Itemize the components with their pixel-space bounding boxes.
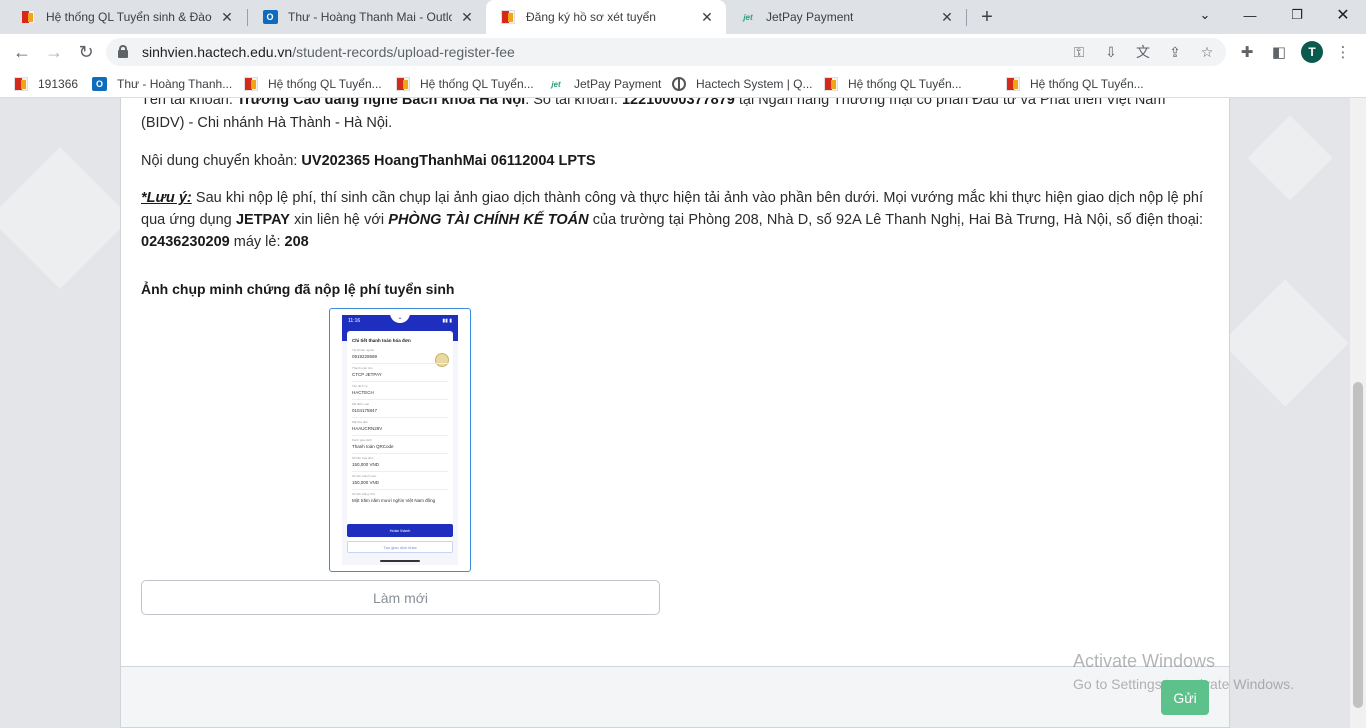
upload-section-label: Ảnh chụp minh chứng đã nộp lệ phí tuyển … (141, 281, 455, 297)
new-tab-button[interactable]: + (976, 6, 998, 28)
install-app-icon[interactable]: ⇩ (1102, 43, 1120, 61)
globe-icon (672, 77, 686, 91)
bookmark-item[interactable]: Hệ thống QL Tuyển... (244, 76, 382, 92)
menu-icon[interactable]: ⋮ (1333, 42, 1353, 62)
receipt-row: Mã hóa đơn HAAUCRN28V (352, 420, 448, 436)
tab-jetpay[interactable]: jet JetPay Payment ✕ (726, 0, 966, 34)
browser-toolbar: ← → ↻ sinhvien.hactech.edu.vn/student-re… (0, 34, 1366, 70)
background-decoration (1221, 279, 1349, 407)
tab-outlook[interactable]: O Thư - Hoàng Thanh Mai - Outlook ✕ (248, 0, 486, 34)
url-text: sinhvien.hactech.edu.vn/student-records/… (142, 44, 515, 60)
bank-branch-text: (BIDV) - Chi nhánh Hà Thành - Hà Nội. (141, 115, 393, 131)
receipt-row: Mã điểm sau 0104175847 (352, 402, 448, 418)
tab-register-profile[interactable]: Đăng ký hồ sơ xét tuyển ✕ (486, 0, 726, 34)
translate-icon[interactable]: 文 (1134, 43, 1152, 61)
restore-icon[interactable]: ❐ (1284, 4, 1310, 26)
tab-hactech-admission[interactable]: Hệ thống QL Tuyển sinh & Đào tạo ✕ (6, 0, 246, 34)
bookmark-star-icon[interactable]: ☆ (1198, 43, 1216, 61)
scrollbar-thumb[interactable] (1353, 382, 1363, 708)
home-indicator (380, 560, 420, 562)
bookmark-item[interactable]: Hệ thống QL Tuyển... (1006, 76, 1144, 92)
minimize-icon[interactable]: — (1237, 4, 1263, 26)
hactech-favicon-icon (20, 9, 36, 25)
chevron-down-icon[interactable]: ⌄ (1192, 4, 1218, 26)
receipt-row: Số tiền thanh toán 150,000 VND (352, 474, 448, 490)
avatar[interactable]: T (1301, 41, 1323, 63)
submit-button[interactable]: Gửi (1161, 680, 1209, 715)
back-icon[interactable]: ← (10, 41, 34, 63)
tab-title: Hệ thống QL Tuyển sinh & Đào tạo (46, 10, 212, 24)
side-panel-icon[interactable]: ◧ (1269, 42, 1289, 62)
receipt-row: Tài khoản nguồn 0919229599 (352, 348, 448, 364)
key-icon[interactable]: ⚿ (1070, 43, 1088, 61)
jetpay-favicon-icon: jet (551, 79, 561, 89)
reset-button[interactable]: Làm mới (141, 580, 660, 615)
page-scrollbar[interactable] (1350, 98, 1366, 728)
forward-icon[interactable]: → (42, 41, 66, 63)
tab-title: JetPay Payment (766, 10, 854, 24)
transfer-content-text: Nội dung chuyển khoản: UV202365 HoangTha… (141, 153, 596, 169)
receipt-done-button: Hoàn thành (347, 524, 453, 537)
receipt-sheet: Chi tiết thanh toán hóa đơn Tài khoản ng… (347, 331, 453, 541)
receipt-row: Tên dịch vụ HACTECH (352, 384, 448, 400)
bookmark-item[interactable]: Hệ thống QL Tuyển... (824, 76, 962, 92)
hactech-favicon-icon (396, 77, 410, 91)
jetpay-favicon-icon: jet (743, 12, 753, 22)
payment-note-text: *Lưu ý: Sau khi nộp lệ phí, thí sinh cần… (141, 190, 1204, 250)
receipt-row: Thanh toán cho CTCP JETPAY (352, 366, 448, 382)
receipt-row: Số tiền hóa đơn 150,000 VND (352, 456, 448, 472)
bookmarks-bar: 191366 O Thư - Hoàng Thanh... Hệ thống QL… (0, 70, 1366, 98)
outlook-favicon-icon: O (262, 9, 278, 25)
tab-strip: Hệ thống QL Tuyển sinh & Đào tạo ✕ O Thư… (0, 0, 1366, 34)
tab-title: Thư - Hoàng Thanh Mai - Outlook (288, 10, 452, 24)
receipt-title: Chi tiết thanh toán hóa đơn (352, 338, 411, 343)
account-info-text: Tên tài khoản: Trường Cao đẳng nghề Bách… (141, 98, 1166, 108)
uploaded-receipt-image[interactable]: 11:16 ▮▮ ▮ Chi tiết thanh toán hóa đơn T… (329, 308, 471, 572)
receipt-row: Số tiền bằng chữ Một trăm năm mươi nghìn … (352, 492, 436, 503)
outlook-favicon-icon: O (92, 77, 107, 91)
close-icon[interactable]: ✕ (458, 8, 476, 26)
activate-windows-title: Activate Windows (1073, 651, 1216, 671)
close-icon[interactable]: ✕ (698, 8, 716, 26)
bookmark-item[interactable]: Hệ thống QL Tuyển... (396, 76, 534, 92)
reload-icon[interactable]: ↻ (74, 41, 98, 63)
hactech-favicon-icon (824, 77, 838, 91)
receipt-row: Kênh giao dịch Thanh toán QRCode (352, 438, 448, 454)
bookmark-item[interactable]: Hactech System | Q... (672, 76, 812, 92)
lock-icon (118, 45, 128, 58)
tab-separator (966, 9, 967, 26)
receipt-screenshot: 11:16 ▮▮ ▮ Chi tiết thanh toán hóa đơn T… (342, 315, 458, 565)
address-bar[interactable]: sinhvien.hactech.edu.vn/student-records/… (106, 38, 1226, 66)
hactech-favicon-icon (1006, 77, 1020, 91)
bookmark-item[interactable]: O Thư - Hoàng Thanh... (92, 76, 232, 92)
close-icon[interactable]: ✕ (938, 8, 956, 26)
close-window-icon[interactable]: ✕ (1330, 4, 1356, 26)
background-decoration (0, 147, 131, 289)
hactech-favicon-icon (500, 9, 516, 25)
share-icon[interactable]: ⇪ (1166, 43, 1184, 61)
bookmark-item[interactable]: 191366 (14, 76, 78, 92)
tab-title: Đăng ký hồ sơ xét tuyển (526, 10, 656, 24)
card-footer (120, 666, 1230, 728)
hactech-favicon-icon (14, 77, 28, 91)
extensions-icon[interactable]: ✚ (1237, 42, 1257, 62)
hactech-favicon-icon (244, 77, 258, 91)
page-viewport: Tên tài khoản: Trường Cao đẳng nghề Bách… (0, 98, 1350, 728)
background-decoration (1247, 115, 1333, 201)
receipt-new-transaction-button: Tạo giao dịch khác (347, 541, 453, 553)
close-icon[interactable]: ✕ (218, 8, 236, 26)
bookmark-item[interactable]: jet JetPay Payment (548, 76, 661, 92)
